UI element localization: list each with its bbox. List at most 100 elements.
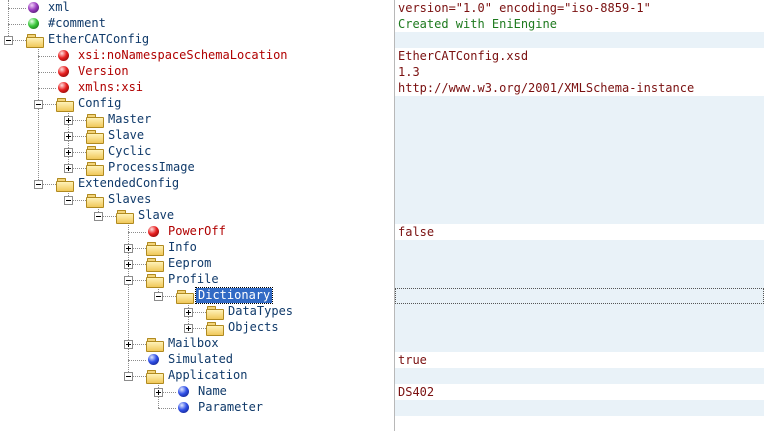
value-cell[interactable]: true [395, 352, 764, 368]
value-cell[interactable] [395, 320, 764, 336]
value-cell[interactable] [395, 256, 764, 272]
tree-row[interactable]: Eeprom [0, 256, 394, 272]
tree-row[interactable]: Dictionary [0, 287, 394, 304]
node-label[interactable]: Config [76, 96, 123, 111]
collapse-icon[interactable] [64, 196, 73, 205]
expand-icon[interactable] [124, 340, 133, 349]
value-cell[interactable] [395, 176, 764, 192]
tree-row[interactable]: Cyclic [0, 144, 394, 160]
expand-icon[interactable] [124, 244, 133, 253]
value-cell[interactable] [395, 272, 764, 288]
value-editor[interactable] [395, 288, 764, 304]
value-cell[interactable] [395, 336, 764, 352]
node-label[interactable]: Slave [136, 208, 176, 223]
value-cell[interactable]: version="1.0" encoding="iso-8859-1" [395, 0, 764, 16]
node-label[interactable]: Parameter [196, 400, 265, 415]
expand-icon[interactable] [184, 324, 193, 333]
collapse-icon[interactable] [34, 180, 43, 189]
tree-row[interactable]: Simulated [0, 352, 394, 368]
value-cell[interactable]: false [395, 224, 764, 240]
node-label[interactable]: ProcessImage [106, 160, 197, 175]
tree-row[interactable]: Slave [0, 208, 394, 224]
node-label[interactable]: xmlns:xsi [76, 80, 145, 95]
value-cell[interactable] [395, 208, 764, 224]
tree-row[interactable]: ExtendedConfig [0, 176, 394, 192]
tree-row[interactable]: ProcessImage [0, 160, 394, 176]
node-label[interactable]: Master [106, 112, 153, 127]
node-label[interactable]: #comment [46, 16, 108, 31]
tree-row[interactable]: xmlns:xsi [0, 80, 394, 96]
tree-row[interactable]: Parameter [0, 400, 394, 416]
tree-row[interactable]: Master [0, 112, 394, 128]
tree-row[interactable]: Config [0, 96, 394, 112]
node-label[interactable]: Info [166, 240, 199, 255]
node-label[interactable]: Version [76, 64, 131, 79]
value-cell[interactable]: EtherCATConfig.xsd [395, 48, 764, 64]
value-cell[interactable] [395, 192, 764, 208]
value-cell[interactable] [395, 304, 764, 320]
expand-icon[interactable] [184, 308, 193, 317]
node-label[interactable]: Mailbox [166, 336, 221, 351]
collapse-icon[interactable] [154, 292, 163, 301]
node-label[interactable]: xml [46, 0, 72, 15]
expand-icon[interactable] [64, 164, 73, 173]
tree-row[interactable]: PowerOff [0, 224, 394, 240]
node-label[interactable]: Objects [226, 320, 281, 335]
tree-row[interactable]: Slave [0, 128, 394, 144]
value-cell[interactable] [395, 144, 764, 160]
expand-icon[interactable] [154, 388, 163, 397]
node-label[interactable]: Simulated [166, 352, 235, 367]
tree-row[interactable]: Profile [0, 272, 394, 288]
node-label[interactable]: Application [166, 368, 249, 383]
expand-icon[interactable] [124, 260, 133, 269]
tree-connector [128, 232, 146, 233]
expand-icon[interactable] [64, 132, 73, 141]
node-label[interactable]: DataTypes [226, 304, 295, 319]
expand-icon[interactable] [64, 148, 73, 157]
tree-row[interactable]: EtherCATConfig [0, 32, 394, 48]
tree-row[interactable]: DataTypes [0, 304, 394, 320]
node-label[interactable]: Slaves [106, 192, 153, 207]
tree-row[interactable]: Objects [0, 320, 394, 336]
value-cell[interactable] [395, 160, 764, 176]
value-cell[interactable] [395, 112, 764, 128]
collapse-icon[interactable] [94, 212, 103, 221]
tree-row[interactable]: Application [0, 368, 394, 384]
tree-row[interactable]: Name [0, 384, 394, 400]
tree-row[interactable]: #comment [0, 16, 394, 32]
tree-row[interactable]: Mailbox [0, 336, 394, 352]
expand-icon[interactable] [64, 116, 73, 125]
tree-connector [128, 360, 146, 361]
node-label[interactable]: PowerOff [166, 224, 228, 239]
node-label[interactable]: EtherCATConfig [46, 32, 151, 47]
xml-tree-pane[interactable]: xml #comment EtherCATConfig xsi:noNamespace… [0, 0, 394, 431]
node-label[interactable]: ExtendedConfig [76, 176, 181, 191]
tree-row[interactable]: xml [0, 0, 394, 16]
value-cell[interactable] [395, 368, 764, 384]
tree-row[interactable]: Version [0, 64, 394, 80]
value-cell[interactable] [395, 240, 764, 256]
value-cell[interactable]: http://www.w3.org/2001/XMLSchema-instanc… [395, 80, 764, 96]
tree-row[interactable]: xsi:noNamespaceSchemaLocation [0, 48, 394, 64]
node-label[interactable]: Profile [166, 272, 221, 287]
collapse-icon[interactable] [124, 276, 133, 285]
node-label[interactable]: Name [196, 384, 229, 399]
node-label[interactable]: Cyclic [106, 144, 153, 159]
node-label[interactable]: Slave [106, 128, 146, 143]
value-cell[interactable] [395, 96, 764, 112]
tree-row[interactable]: Info [0, 240, 394, 256]
collapse-icon[interactable] [34, 100, 43, 109]
tree-row[interactable]: Slaves [0, 192, 394, 208]
collapse-icon[interactable] [4, 36, 13, 45]
value-cell[interactable]: 1.3 [395, 64, 764, 80]
value-pane[interactable]: version="1.0" encoding="iso-8859-1" Creat… [395, 0, 764, 431]
value-cell[interactable]: Created with EniEngine [395, 16, 764, 32]
value-cell[interactable]: DS402 [395, 384, 764, 400]
collapse-icon[interactable] [124, 372, 133, 381]
node-label[interactable]: Dictionary [194, 287, 274, 304]
value-cell[interactable] [395, 400, 764, 416]
node-label[interactable]: Eeprom [166, 256, 213, 271]
value-cell[interactable] [395, 32, 764, 48]
node-label[interactable]: xsi:noNamespaceSchemaLocation [76, 48, 290, 63]
value-cell[interactable] [395, 128, 764, 144]
